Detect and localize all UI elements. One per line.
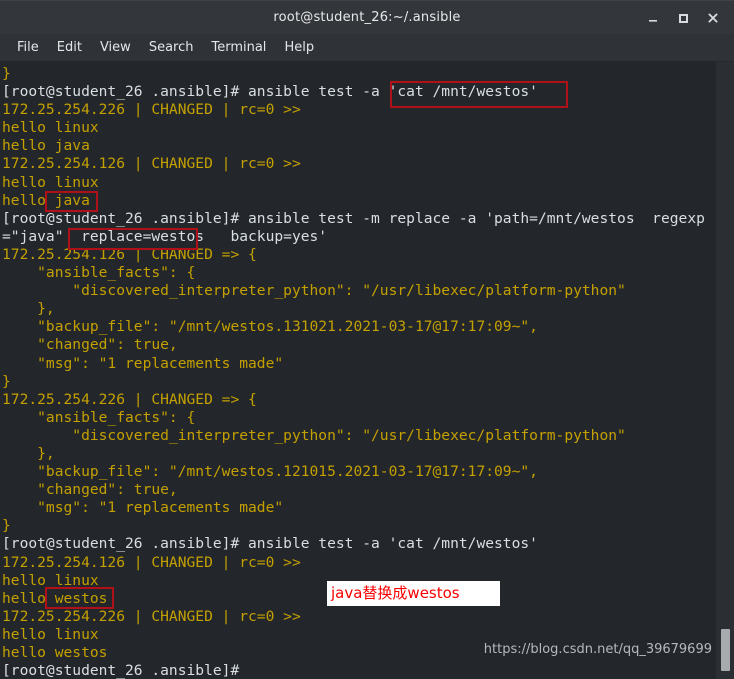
window-title: root@student_26:~/.ansible xyxy=(273,10,461,25)
terminal-line: 172.25.254.226 | CHANGED | rc=0 >> xyxy=(2,607,301,625)
menu-item-edit[interactable]: Edit xyxy=(48,38,91,57)
terminal-line: hello linux xyxy=(2,173,99,191)
terminal-line: "changed": true, xyxy=(2,336,178,354)
maximize-icon[interactable] xyxy=(668,3,698,33)
terminal-line: ="java" replace=westos backup=yes' xyxy=(2,227,328,245)
terminal-line: 172.25.254.126 | CHANGED | rc=0 >> xyxy=(2,155,301,173)
window-controls xyxy=(638,1,728,34)
terminal-line: 172.25.254.226 | CHANGED | rc=0 >> xyxy=(2,101,301,119)
terminal-line: } xyxy=(2,517,11,535)
title-bar: root@student_26:~/.ansible xyxy=(0,0,734,34)
menu-item-help[interactable]: Help xyxy=(275,38,323,57)
terminal-line: } xyxy=(2,372,11,390)
watermark-text: https://blog.csdn.net/qq_39679699 xyxy=(483,642,712,657)
menu-item-terminal[interactable]: Terminal xyxy=(202,38,275,57)
terminal-line: 172.25.254.226 | CHANGED => { xyxy=(2,390,257,408)
close-icon[interactable] xyxy=(698,3,728,33)
terminal-line: "discovered_interpreter_python": "/usr/l… xyxy=(2,282,626,300)
terminal-line: [root@student_26 .ansible]# ansible test… xyxy=(2,83,538,101)
menu-item-view[interactable]: View xyxy=(91,38,140,57)
terminal-line: 172.25.254.126 | CHANGED => { xyxy=(2,245,257,263)
menu-bar: File Edit View Search Terminal Help xyxy=(0,34,734,62)
terminal-line: hello java xyxy=(2,191,90,209)
terminal-line: 172.25.254.126 | CHANGED | rc=0 >> xyxy=(2,553,301,571)
scrollbar-thumb[interactable] xyxy=(721,629,730,671)
terminal-line: [root@student_26 .ansible]# xyxy=(2,662,249,679)
terminal-line: hello java xyxy=(2,137,90,155)
terminal-line: "changed": true, xyxy=(2,481,178,499)
terminal-line: "backup_file": "/mnt/westos.131021.2021-… xyxy=(2,318,538,336)
terminal-line: } xyxy=(2,65,11,82)
menu-item-search[interactable]: Search xyxy=(140,38,203,57)
terminal-scrollbar[interactable] xyxy=(715,62,734,679)
terminal-line: hello linux xyxy=(2,119,99,137)
terminal-line: "msg": "1 replacements made" xyxy=(2,499,284,517)
menu-item-file[interactable]: File xyxy=(8,38,48,57)
terminal-line: "discovered_interpreter_python": "/usr/l… xyxy=(2,426,626,444)
terminal-body[interactable]: } [root@student_26 .ansible]# ansible tes… xyxy=(0,62,734,679)
terminal-line: [root@student_26 .ansible]# ansible test… xyxy=(2,209,705,227)
terminal-line: "msg": "1 replacements made" xyxy=(2,354,284,372)
terminal-line: }, xyxy=(2,444,55,462)
terminal-line: "backup_file": "/mnt/westos.121015.2021-… xyxy=(2,463,538,481)
terminal-line: }, xyxy=(2,300,55,318)
terminal-line: "ansible_facts": { xyxy=(2,264,196,282)
annotation-note: java替换成westos xyxy=(327,581,500,606)
terminal-line: "ansible_facts": { xyxy=(2,408,196,426)
minimize-icon[interactable] xyxy=(638,3,668,33)
terminal-line: [root@student_26 .ansible]# ansible test… xyxy=(2,535,538,553)
terminal-window: root@student_26:~/.ansible File Edit Vie… xyxy=(0,0,734,679)
